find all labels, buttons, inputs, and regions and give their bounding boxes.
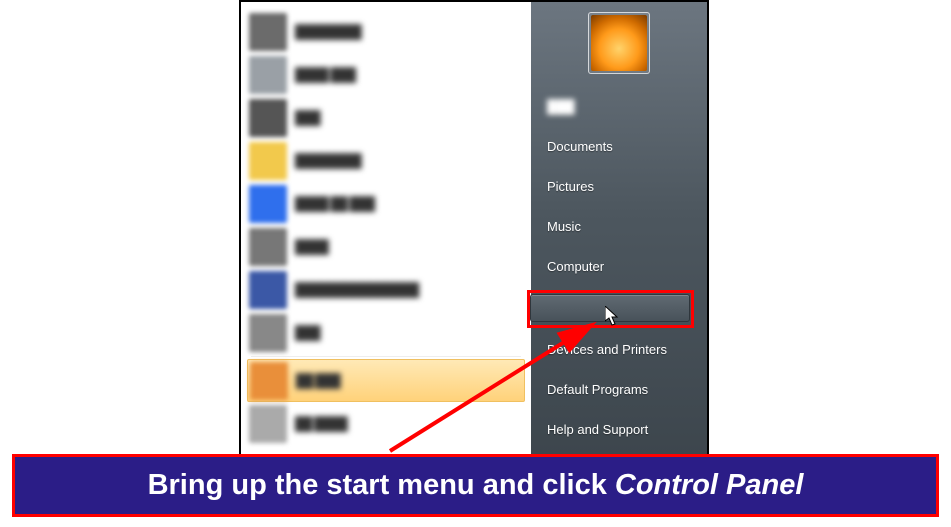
program-icon xyxy=(249,56,287,94)
program-icon xyxy=(249,142,287,180)
program-item[interactable]: ███ xyxy=(247,96,525,139)
program-label: ████ ██ ███ xyxy=(295,196,374,211)
programs-list: ████████████ ██████████████████ ██ █████… xyxy=(241,2,531,469)
program-item[interactable]: ████████ xyxy=(247,10,525,53)
instruction-caption: Bring up the start menu and click Contro… xyxy=(12,454,939,517)
program-icon xyxy=(249,314,287,352)
program-label: ████████ xyxy=(295,153,361,168)
help-support-item[interactable]: Help and Support xyxy=(543,409,695,449)
program-label: ███ xyxy=(295,325,320,340)
program-item[interactable]: ████ ███ xyxy=(247,53,525,96)
caption-text: Bring up the start menu and click Contro… xyxy=(148,469,804,502)
program-item[interactable]: ██ ███ xyxy=(247,359,525,402)
start-menu-window: ████████████ ██████████████████ ██ █████… xyxy=(239,0,709,471)
program-icon xyxy=(249,13,287,51)
program-icon xyxy=(249,99,287,137)
program-label: ████████ xyxy=(295,24,361,39)
music-item[interactable]: Music xyxy=(543,206,695,246)
documents-item[interactable]: Documents xyxy=(543,126,695,166)
default-programs-item[interactable]: Default Programs xyxy=(543,369,695,409)
program-item[interactable]: ████ ██ ███ xyxy=(247,182,525,225)
program-item[interactable]: ██ ████ xyxy=(247,402,525,445)
user-avatar-frame xyxy=(588,12,650,74)
user-avatar xyxy=(591,15,647,71)
program-label: ███████████████ xyxy=(295,282,418,297)
program-icon xyxy=(249,405,287,443)
control-panel-item[interactable]: Control Panel xyxy=(543,289,695,329)
program-item[interactable]: ███████████████ xyxy=(247,268,525,311)
program-label: ██ ████ xyxy=(295,416,347,431)
program-item[interactable]: ███ xyxy=(247,311,525,354)
program-label: ███ xyxy=(295,110,320,125)
devices-printers-item[interactable]: Devices and Printers xyxy=(543,329,695,369)
program-label: ████ ███ xyxy=(295,67,355,82)
user-name-item[interactable]: ███ xyxy=(543,86,695,126)
computer-item[interactable]: Computer xyxy=(543,246,695,286)
program-icon xyxy=(249,228,287,266)
program-label: ██ ███ xyxy=(296,373,340,388)
program-icon xyxy=(250,362,288,400)
program-item[interactable]: ████ xyxy=(247,225,525,268)
program-label: ████ xyxy=(295,239,328,254)
program-icon xyxy=(249,271,287,309)
program-item[interactable]: ████████ xyxy=(247,139,525,182)
places-panel: ███ Documents Pictures Music Computer Co… xyxy=(531,2,707,469)
program-icon xyxy=(249,185,287,223)
pictures-item[interactable]: Pictures xyxy=(543,166,695,206)
separator xyxy=(251,356,521,357)
